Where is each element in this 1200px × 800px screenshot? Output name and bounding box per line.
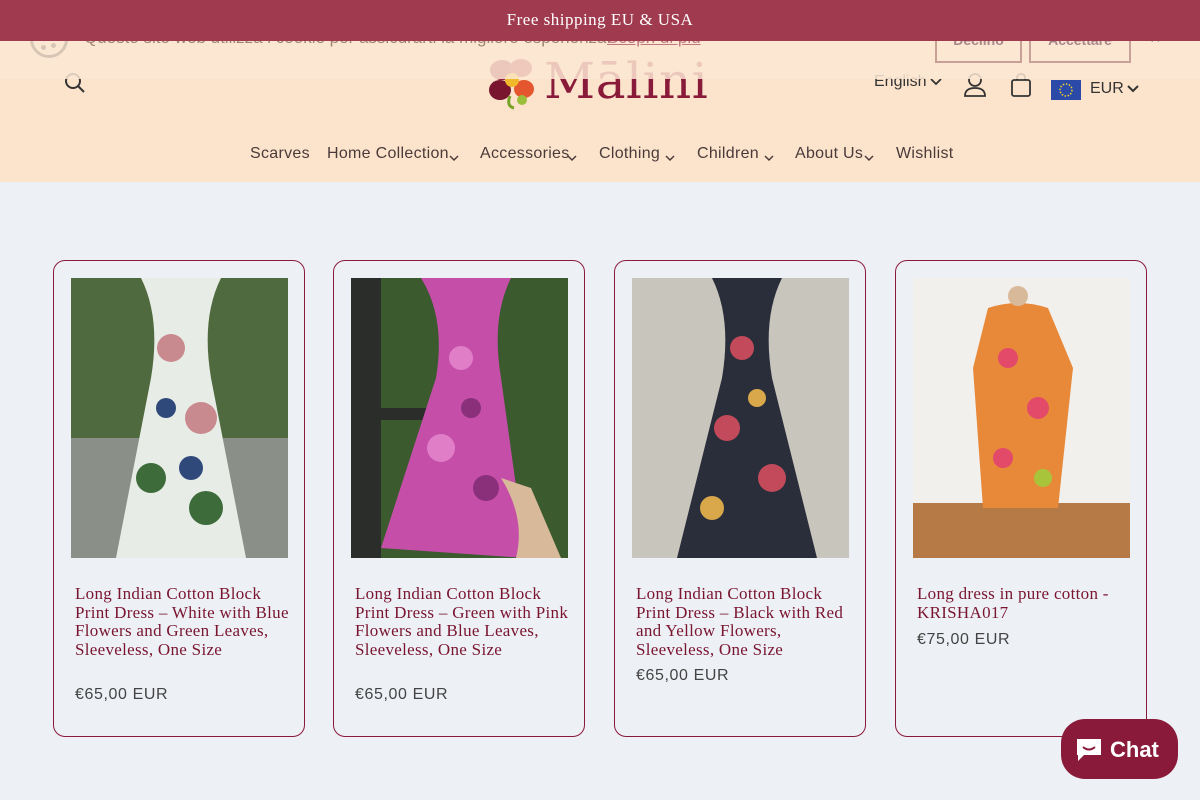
product-card[interactable]: Long Indian Cotton Block Print Dress – G… — [333, 260, 585, 737]
product-card[interactable]: Long Indian Cotton Block Print Dress – B… — [614, 260, 866, 737]
chevron-down-icon[interactable] — [665, 153, 675, 163]
main-navigation: Scarves Home Collection Accessories Clot… — [0, 145, 1200, 173]
announcement-bar: Free shipping EU & USA — [0, 0, 1200, 41]
nav-item-wishlist[interactable]: Wishlist — [896, 145, 954, 163]
product-image[interactable] — [71, 278, 288, 558]
chevron-down-icon[interactable] — [567, 153, 577, 163]
nav-item-scarves[interactable]: Scarves — [250, 145, 310, 163]
product-price: €65,00 EUR — [75, 686, 169, 703]
product-card[interactable]: Long Indian Cotton Block Print Dress – W… — [53, 260, 305, 737]
chevron-down-icon[interactable] — [449, 153, 459, 163]
product-image[interactable] — [632, 278, 849, 558]
chevron-down-icon[interactable] — [1127, 85, 1139, 93]
chevron-down-icon[interactable] — [930, 78, 942, 86]
product-title[interactable]: Long dress in pure cotton - KRISHA017 — [917, 584, 1132, 622]
nav-item-children[interactable]: Children — [697, 145, 759, 163]
currency-selector[interactable]: EUR — [1090, 80, 1124, 98]
nav-item-about-us[interactable]: About Us — [795, 145, 863, 163]
product-card[interactable]: Long dress in pure cotton - KRISHA017 €7… — [895, 260, 1147, 737]
chevron-down-icon[interactable] — [764, 153, 774, 163]
product-price: €65,00 EUR — [355, 686, 449, 703]
product-title[interactable]: Long Indian Cotton Block Print Dress – W… — [75, 584, 290, 659]
product-price: €65,00 EUR — [636, 667, 730, 684]
nav-item-home-collection[interactable]: Home Collection — [327, 145, 449, 163]
chat-bubble-icon — [1077, 739, 1101, 761]
product-price: €75,00 EUR — [917, 631, 1011, 648]
chat-button[interactable]: Chat — [1061, 719, 1178, 779]
product-title[interactable]: Long Indian Cotton Block Print Dress – G… — [355, 584, 570, 659]
nav-item-clothing[interactable]: Clothing — [599, 145, 660, 163]
product-image[interactable] — [913, 278, 1130, 558]
site-header: Questo sito web utilizza i cookie per as… — [0, 0, 1200, 182]
nav-item-accessories[interactable]: Accessories — [480, 145, 570, 163]
eu-flag-icon[interactable] — [1051, 80, 1081, 100]
chevron-down-icon[interactable] — [864, 153, 874, 163]
product-title[interactable]: Long Indian Cotton Block Print Dress – B… — [636, 584, 851, 659]
product-image[interactable] — [351, 278, 568, 558]
chat-label: Chat — [1110, 737, 1159, 762]
